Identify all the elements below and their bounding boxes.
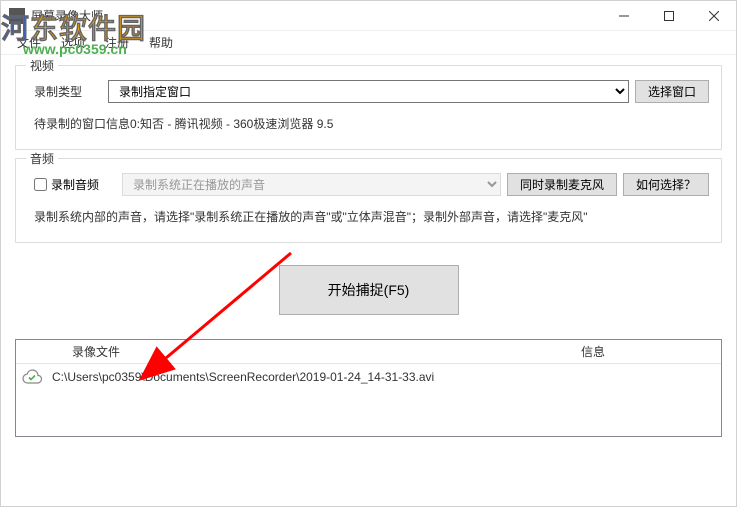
titlebar: 屏幕录像大师: [1, 1, 736, 31]
menu-file[interactable]: 文件: [7, 31, 51, 54]
how-to-choose-button[interactable]: 如何选择？: [623, 173, 709, 196]
menu-help[interactable]: 帮助: [139, 31, 183, 54]
audio-group: 音频 录制音频 录制系统正在播放的声音 同时录制麦克风 如何选择？ 录制系统内部…: [15, 158, 722, 243]
window-info-text: 待录制的窗口信息0:知否 - 腾讯视频 - 360极速浏览器 9.5: [28, 111, 709, 137]
record-type-label: 录制类型: [28, 83, 108, 100]
maximize-button[interactable]: [646, 1, 691, 31]
record-mic-button[interactable]: 同时录制麦克风: [507, 173, 617, 196]
column-info-header[interactable]: 信息: [581, 343, 721, 360]
column-file-header[interactable]: 录像文件: [48, 343, 581, 360]
file-path: C:\Users\pc0359\Documents\ScreenRecorder…: [48, 370, 581, 384]
video-group: 视频 录制类型 录制指定窗口 选择窗口 待录制的窗口信息0:知否 - 腾讯视频 …: [15, 65, 722, 150]
record-type-select[interactable]: 录制指定窗口: [108, 80, 629, 103]
record-audio-checkbox-label[interactable]: 录制音频: [28, 176, 122, 193]
table-row[interactable]: C:\Users\pc0359\Documents\ScreenRecorder…: [16, 364, 721, 390]
audio-group-title: 音频: [26, 150, 58, 167]
menubar: 文件 选项 注册 帮助: [1, 31, 736, 55]
close-button[interactable]: [691, 1, 736, 31]
app-icon: [9, 8, 25, 24]
audio-hint-text: 录制系统内部的声音，请选择"录制系统正在播放的声音"或"立体声混音"；录制外部声…: [28, 204, 709, 230]
audio-source-select: 录制系统正在播放的声音: [122, 173, 501, 196]
start-capture-button[interactable]: 开始捕捉(F5): [279, 265, 459, 315]
window-title: 屏幕录像大师: [31, 7, 601, 24]
list-header: 录像文件 信息: [16, 340, 721, 364]
cloud-check-icon: [16, 369, 48, 385]
video-group-title: 视频: [26, 57, 58, 74]
recordings-list: 录像文件 信息 C:\Users\pc0359\Documents\Screen…: [15, 339, 722, 437]
record-audio-label: 录制音频: [51, 176, 99, 193]
menu-options[interactable]: 选项: [51, 31, 95, 54]
record-audio-checkbox[interactable]: [34, 178, 47, 191]
minimize-button[interactable]: [601, 1, 646, 31]
select-window-button[interactable]: 选择窗口: [635, 80, 709, 103]
menu-register[interactable]: 注册: [95, 31, 139, 54]
